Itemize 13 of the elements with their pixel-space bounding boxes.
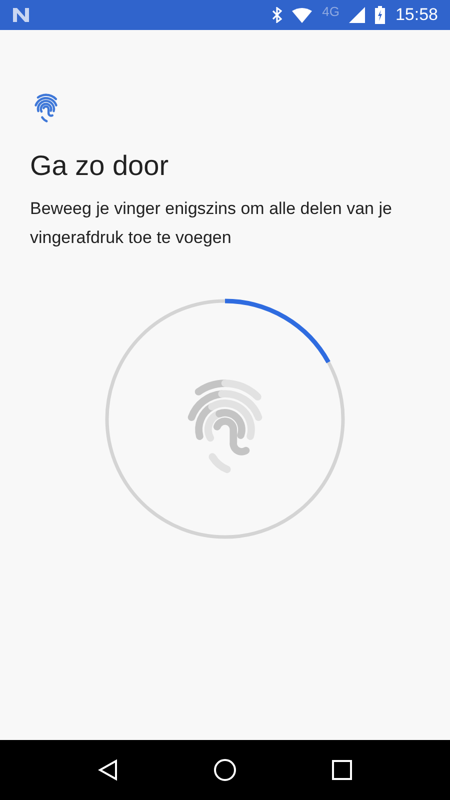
back-button[interactable] [98, 759, 118, 781]
signal-icon [349, 7, 366, 23]
network-type: 4G [322, 4, 340, 18]
bluetooth-icon [272, 7, 282, 23]
title: Ga zo door [30, 150, 170, 182]
notification-icon [12, 7, 30, 23]
battery-icon [375, 6, 386, 24]
wifi-icon [292, 8, 312, 22]
recents-button[interactable] [332, 760, 352, 780]
home-button[interactable] [212, 758, 237, 782]
description: Beweeg je vinger enigszins om alle delen van je vingerafdruk toe te voegen [30, 198, 393, 249]
clock: 15:58 [395, 5, 438, 25]
fingerprint-icon [188, 380, 262, 474]
